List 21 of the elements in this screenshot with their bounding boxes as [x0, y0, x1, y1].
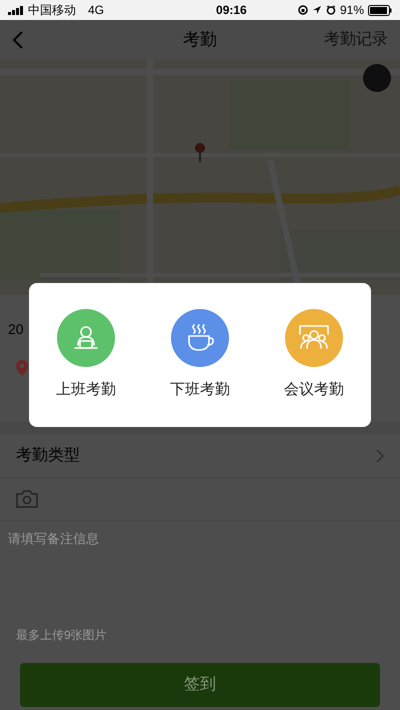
- date-text: 20: [8, 321, 24, 337]
- attendance-option[interactable]: 下班考勤: [143, 308, 257, 402]
- page-title: 考勤: [183, 29, 217, 52]
- location-arrow-icon: [312, 5, 322, 15]
- lock-rotation-icon: [298, 5, 308, 15]
- chevron-right-icon: [376, 448, 384, 462]
- location-pin-icon: [16, 360, 28, 376]
- back-icon: [12, 30, 24, 50]
- signal-icon: [8, 6, 24, 14]
- upload-hint: 最多上传9张图片: [16, 628, 107, 642]
- battery-icon: [368, 4, 392, 16]
- attendance-option[interactable]: 会议考勤: [257, 308, 371, 402]
- attendance-option[interactable]: 上班考勤: [29, 308, 143, 402]
- network-type: 4G: [88, 2, 104, 19]
- camera-icon: [16, 490, 38, 508]
- sign-in-button[interactable]: 签到: [20, 663, 380, 707]
- camera-button[interactable]: [16, 490, 38, 508]
- clock-time: 09:16: [216, 2, 247, 19]
- alarm-icon: [326, 5, 336, 15]
- carrier-name: 中国移动: [28, 2, 76, 19]
- battery-percent: 91%: [340, 2, 364, 19]
